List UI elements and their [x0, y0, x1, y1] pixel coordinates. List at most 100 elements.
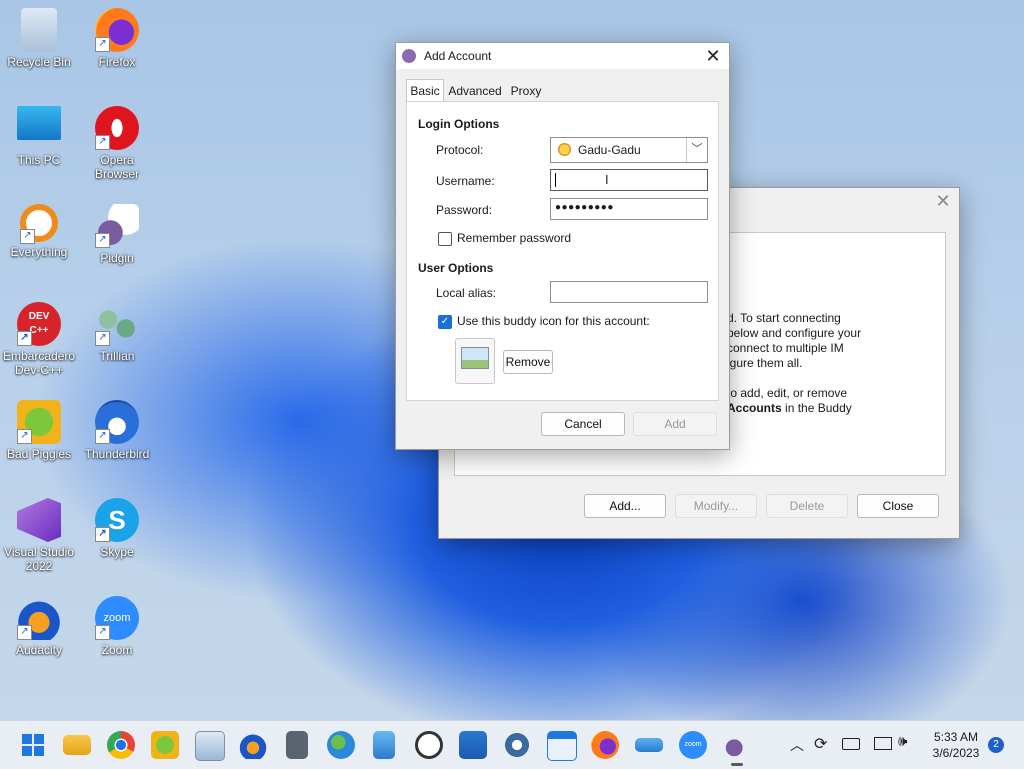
desktop-icon-label: Thunderbird	[84, 447, 150, 461]
desktop-icon-zoom[interactable]: zoom ↗ Zoom	[81, 596, 153, 657]
dialog-titlebar[interactable]: Add Account	[396, 43, 729, 69]
desktop-icon-audacity[interactable]: ↗ Audacity	[3, 596, 75, 657]
user-options-header: User Options	[418, 261, 494, 275]
shortcut-arrow-icon: ↗	[20, 229, 35, 244]
photos-icon[interactable]	[195, 731, 225, 761]
keyboard-icon[interactable]	[842, 738, 860, 750]
buddy-icon-picker[interactable]	[455, 338, 495, 384]
accounts-close-button[interactable]: Close	[857, 494, 939, 518]
desktop-icon-thunderbird[interactable]: ↗ Thunderbird	[81, 400, 153, 461]
username-label: Username:	[436, 174, 495, 188]
audacity-icon: ↗	[17, 596, 61, 640]
clock[interactable]: 5:33 AM 3/6/2023	[926, 729, 986, 761]
dialog-close-icon[interactable]: ✕	[703, 46, 723, 66]
shortcut-arrow-icon: ↗	[95, 527, 110, 542]
bad-piggies-icon: ↗	[17, 400, 61, 444]
pidgin-icon: ↗	[95, 204, 139, 248]
network-icon[interactable]	[874, 737, 892, 750]
taskbar: zoom ︿ ⟳ 🕪 5:33 AM 3/6/2023 2	[0, 720, 1024, 769]
file-explorer-icon[interactable]	[63, 735, 91, 755]
accounts-delete-button[interactable]: Delete	[766, 494, 848, 518]
desktop-icon-firefox[interactable]: ↗ Firefox	[81, 8, 153, 69]
desktop-icon-label: Firefox	[98, 55, 136, 69]
calculator-icon[interactable]	[286, 731, 308, 759]
desktop-icon-this-pc[interactable]: This PC	[3, 106, 75, 167]
chevron-down-icon[interactable]: ﹀	[686, 138, 707, 162]
buddy-icon-label[interactable]: Use this buddy icon for this account:	[457, 314, 650, 328]
window-app-icon[interactable]	[635, 738, 663, 752]
audacity-taskbar-icon[interactable]	[239, 731, 267, 759]
desktop-icon-visual-studio[interactable]: Visual Studio 2022	[3, 498, 75, 573]
ibeam-cursor-icon: I	[605, 172, 609, 187]
remember-password-checkbox[interactable]	[438, 232, 452, 246]
accounts-modify-button[interactable]: Modify...	[675, 494, 757, 518]
shortcut-arrow-icon: ↗	[95, 233, 110, 248]
basic-tab-panel: Login Options Protocol: Gadu-Gadu ﹀ User…	[406, 101, 719, 401]
remove-icon-button[interactable]: Remove	[503, 350, 553, 374]
zoom-icon: zoom ↗	[95, 596, 139, 640]
remember-password-label[interactable]: Remember password	[457, 231, 571, 245]
chrome-icon[interactable]	[107, 731, 135, 759]
trillian-icon: ↗	[95, 302, 139, 346]
desktop-icon-label: Recycle Bin	[7, 55, 71, 69]
notification-badge[interactable]: 2	[988, 737, 1004, 753]
protocol-label: Protocol:	[436, 143, 484, 157]
dialog-title: Add Account	[424, 49, 492, 63]
desktop-icon-recycle-bin[interactable]: Recycle Bin	[3, 8, 75, 69]
accounts-close-icon[interactable]: ✕	[933, 191, 953, 211]
sync-icon[interactable]: ⟳	[814, 734, 827, 754]
earth-icon[interactable]	[327, 731, 355, 759]
password-field[interactable]: ●●●●●●●●●	[550, 198, 708, 220]
zoom-taskbar-icon[interactable]: zoom	[679, 731, 707, 759]
shortcut-arrow-icon: ↗	[95, 429, 110, 444]
shortcut-arrow-icon: ↗	[17, 429, 32, 444]
gadu-gadu-icon	[558, 143, 571, 156]
desktop-icon-everything[interactable]: ↗ Everything	[3, 204, 75, 259]
text-cursor	[555, 173, 556, 187]
desktop-icon-opera[interactable]: ↗ Opera Browser	[81, 106, 153, 181]
protocol-value: Gadu-Gadu	[578, 143, 641, 157]
firefox-taskbar-icon[interactable]	[591, 731, 619, 759]
settings-gear-icon[interactable]	[503, 731, 531, 759]
tab-advanced[interactable]: Advanced	[446, 82, 504, 100]
clock-app-icon[interactable]	[415, 731, 443, 759]
clock-date: 3/6/2023	[932, 746, 980, 760]
tray-chevron-up-icon[interactable]: ︿	[790, 735, 804, 755]
windows-logo-icon	[22, 734, 44, 756]
store-icon[interactable]	[459, 731, 487, 759]
start-button[interactable]	[19, 731, 47, 759]
tab-proxy[interactable]: Proxy	[508, 82, 544, 100]
desktop-icon-devcpp[interactable]: DEV C++ ↗ Embarcadero Dev-C++	[3, 302, 75, 377]
username-field[interactable]: I	[550, 169, 708, 191]
volume-icon[interactable]: 🕪	[898, 733, 907, 750]
desktop-icon-trillian[interactable]: ↗ Trillian	[81, 302, 153, 363]
desktop-icon-pidgin[interactable]: ↗ Pidgin	[81, 204, 153, 265]
desktop-icon-skype[interactable]: S ↗ Skype	[81, 498, 153, 559]
shortcut-arrow-icon: ↗	[95, 625, 110, 640]
calendar-icon[interactable]	[547, 731, 577, 761]
opera-icon: ↗	[95, 106, 139, 150]
pidgin-taskbar-icon[interactable]	[723, 731, 751, 766]
local-alias-label: Local alias:	[436, 286, 497, 300]
notepad-icon[interactable]	[373, 731, 395, 759]
clock-time: 5:33 AM	[933, 730, 979, 744]
add-button[interactable]: Add	[633, 412, 717, 436]
desktop-icon-label: Visual Studio 2022	[4, 545, 74, 573]
desktop-icon-label: Audacity	[15, 643, 63, 657]
buddy-icon-checkbox[interactable]: ✓	[438, 315, 452, 329]
shortcut-arrow-icon: ↗	[17, 625, 32, 640]
shortcut-arrow-icon: ↗	[17, 331, 32, 346]
firefox-icon: ↗	[95, 8, 139, 52]
cancel-button[interactable]: Cancel	[541, 412, 625, 436]
add-account-dialog: Add Account ✕ Basic Advanced Proxy Login…	[395, 42, 730, 450]
protocol-select[interactable]: Gadu-Gadu ﹀	[550, 137, 708, 163]
accounts-add-button[interactable]: Add...	[584, 494, 666, 518]
visual-studio-icon	[17, 498, 61, 542]
thunderbird-icon: ↗	[95, 400, 139, 444]
desktop-icon-bad-piggies[interactable]: ↗ Bad Piggies	[3, 400, 75, 461]
desktop-icon-label: Skype	[100, 545, 134, 559]
local-alias-field[interactable]	[550, 281, 708, 303]
bad-piggies-taskbar-icon[interactable]	[151, 731, 179, 759]
tab-basic[interactable]: Basic	[406, 79, 444, 102]
desktop-icon-label: Opera Browser	[94, 153, 139, 181]
